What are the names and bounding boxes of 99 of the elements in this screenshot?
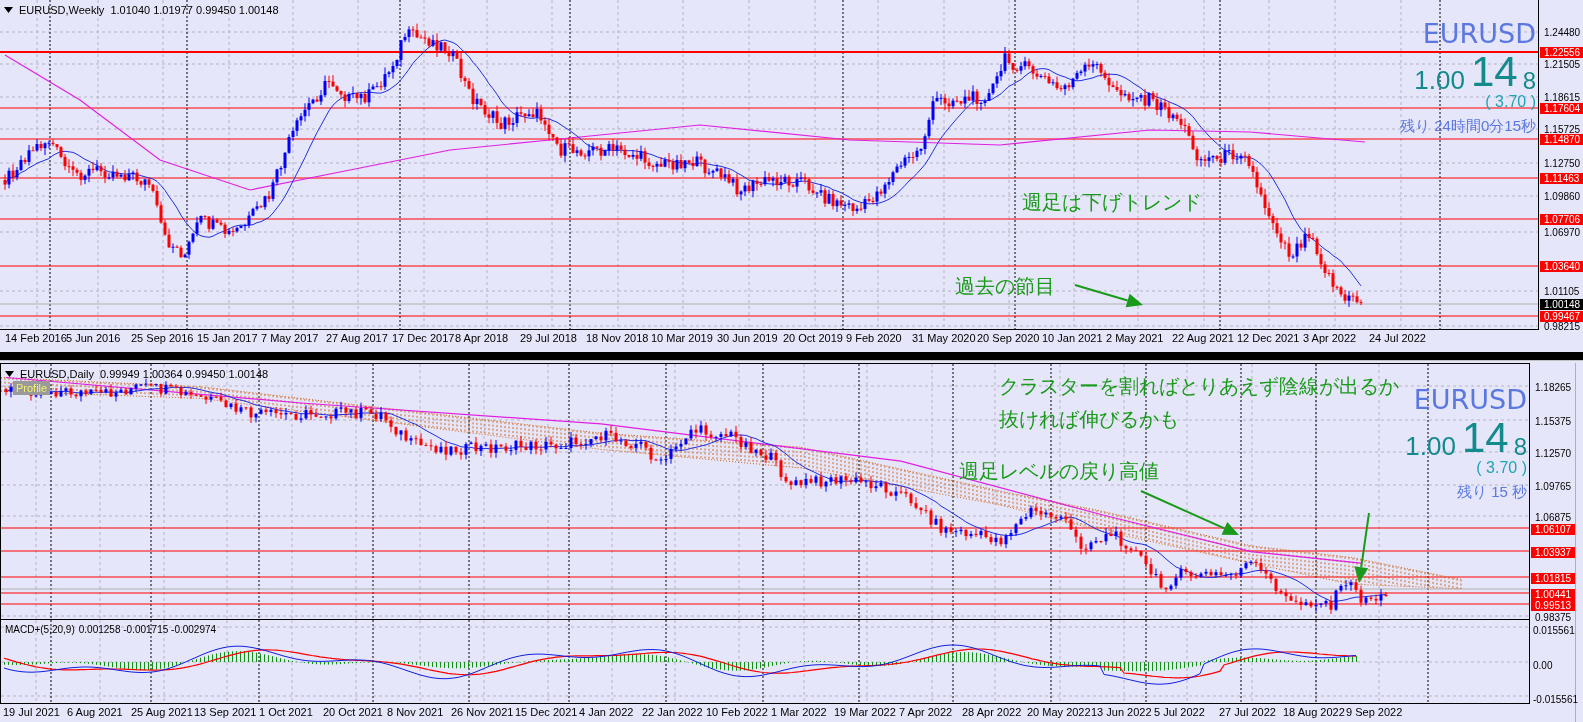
level-price-tag: 1.11463 — [1540, 172, 1583, 184]
date-label: 10 Mar 2019 — [651, 332, 713, 345]
date-label: 25 Sep 2016 — [131, 332, 194, 345]
annotation-text: クラスターを割ればとりあえず陰線が出るか — [999, 374, 1399, 398]
spread-label: ( 3.70 ) — [1476, 460, 1527, 476]
date-label: 29 Jul 2018 — [520, 332, 577, 345]
date-label: 20 Oct 2021 — [323, 706, 383, 719]
price-tick: 1.06875 — [1535, 511, 1572, 523]
date-label: 9 Feb 2020 — [846, 332, 902, 345]
annotation-text: 抜ければ伸びるかも — [999, 407, 1179, 431]
date-label: 18 Nov 2018 — [586, 332, 649, 345]
date-label: 19 Mar 2022 — [834, 706, 896, 719]
date-label: 2 May 2021 — [1106, 332, 1164, 345]
price-tick: 0.98215 — [1544, 320, 1581, 332]
date-label: 7 May 2017 — [261, 332, 319, 345]
indicator-values: 0.001258 -0.001715 -0.002974 — [78, 623, 217, 637]
price-pips: 14 — [1461, 417, 1509, 459]
date-label: 26 Nov 2021 — [451, 706, 514, 719]
date-label: 6 Aug 2021 — [67, 706, 123, 719]
price-tick: 1.09860 — [1544, 190, 1581, 202]
date-label: 22 Jan 2022 — [642, 706, 703, 719]
date-label: 19 Jul 2021 — [3, 706, 60, 719]
date-label: 8 Nov 2021 — [387, 706, 444, 719]
level-price-tag: 1.07706 — [1540, 213, 1583, 225]
date-label: 27 Jul 2022 — [1219, 706, 1276, 719]
date-label: 1 Mar 2022 — [771, 706, 827, 719]
price-tick: 1.09765 — [1535, 480, 1572, 492]
price-label: 1.00 — [1414, 67, 1465, 93]
ohlc-values: 0.99949 1.00364 0.99450 1.00148 — [99, 367, 269, 382]
price-label: 1.00 — [1405, 433, 1456, 459]
date-label: 9 Sep 2022 — [1346, 706, 1403, 719]
indicator-tick: 0.015561 — [1533, 624, 1575, 636]
level-price-tag: 1.22556 — [1540, 46, 1583, 58]
date-label: 13 Jun 2022 — [1091, 706, 1152, 719]
date-label: 5 Jul 2022 — [1154, 706, 1205, 719]
date-label: 10 Feb 2022 — [706, 706, 768, 719]
date-label: 30 Jun 2019 — [717, 332, 778, 345]
date-label: 20 Oct 2019 — [783, 332, 843, 345]
symbol-label: EURUSD — [1413, 386, 1527, 413]
date-label: 31 May 2020 — [912, 332, 976, 345]
date-label: 14 Feb 2016 — [5, 332, 67, 345]
remaining-time: 残り 15 秒 — [1456, 484, 1527, 499]
symbol-label: EURUSD — [1422, 20, 1536, 47]
date-label: 10 Jan 2021 — [1042, 332, 1103, 345]
indicator-tick: 0.00 — [1533, 659, 1553, 671]
level-price-tag: 1.06107 — [1531, 523, 1575, 535]
level-price-tag: 1.03640 — [1540, 260, 1583, 272]
annotation-text: 週足は下げトレンド — [1022, 190, 1202, 214]
chart-title: EURUSD,Daily — [20, 367, 94, 382]
price-pips: 14 — [1470, 51, 1518, 93]
date-label: 25 Aug 2021 — [131, 706, 193, 719]
date-label: 8 Apr 2018 — [455, 332, 509, 345]
date-label: 15 Dec 2021 — [515, 706, 578, 719]
date-label: 28 Apr 2022 — [962, 706, 1022, 719]
price-tick: 1.06970 — [1544, 226, 1581, 238]
date-label: 22 Aug 2021 — [1172, 332, 1234, 345]
price-tick: 0.98375 — [1535, 611, 1572, 623]
price-tick: 1.15375 — [1535, 415, 1572, 427]
date-label: 20 May 2022 — [1027, 706, 1091, 719]
price-label: 8 — [1513, 435, 1527, 459]
date-label: 5 Jun 2016 — [66, 332, 121, 345]
date-label: 4 Jan 2022 — [579, 706, 634, 719]
date-label: 13 Sep 2021 — [194, 706, 257, 719]
price-tick: 1.21505 — [1544, 58, 1581, 70]
date-label: 15 Jan 2017 — [197, 332, 258, 345]
remaining-time: 残り 24時間0分15秒 — [1400, 118, 1536, 133]
ohlc-values: 1.01040 1.01977 0.99450 1.00148 — [110, 3, 279, 18]
date-label: 24 Jul 2022 — [1369, 332, 1426, 345]
level-price-tag: 0.99467 — [1540, 310, 1583, 322]
date-label: 17 Dec 2017 — [392, 332, 455, 345]
level-price-tag: 1.03937 — [1531, 546, 1575, 558]
level-price-tag: 1.01815 — [1531, 572, 1575, 584]
price-tick: 1.12570 — [1535, 447, 1572, 459]
price-tick: 1.01105 — [1544, 285, 1580, 297]
date-label: 3 Apr 2022 — [1303, 332, 1357, 345]
annotation-text: 過去の節目 — [955, 274, 1055, 298]
indicator-tick: -0.015561 — [1533, 693, 1579, 705]
indicator-title: MACD+(5,20,9) — [5, 623, 75, 637]
price-tick: 1.18615 — [1544, 91, 1581, 103]
price-label: 8 — [1522, 69, 1536, 93]
date-label: 27 Aug 2017 — [326, 332, 388, 345]
date-label: 12 Dec 2021 — [1237, 332, 1300, 345]
level-price-tag: 1.17604 — [1540, 102, 1583, 114]
price-tick: 1.12750 — [1544, 157, 1581, 169]
spread-label: ( 3.70 ) — [1485, 94, 1536, 110]
current-price-tag: 1.00148 — [1540, 298, 1583, 310]
level-price-tag: 1.14870 — [1540, 133, 1583, 145]
price-tick: 1.24480 — [1544, 26, 1581, 38]
date-label: 7 Apr 2022 — [899, 706, 953, 719]
level-price-tag: 1.00441 — [1531, 588, 1575, 600]
profile-button[interactable]: Profile — [13, 381, 51, 395]
price-tick: 1.18265 — [1535, 381, 1572, 393]
price-tick: 1.15725 — [1544, 123, 1581, 135]
annotation-text: 週足レベルの戻り高値 — [959, 459, 1159, 483]
chart-title: EURUSD,Weekly — [19, 3, 105, 18]
level-price-tag: 0.99513 — [1531, 599, 1575, 611]
date-label: 20 Sep 2020 — [977, 332, 1040, 345]
date-label: 18 Aug 2022 — [1283, 706, 1345, 719]
date-label: 1 Oct 2021 — [259, 706, 313, 719]
